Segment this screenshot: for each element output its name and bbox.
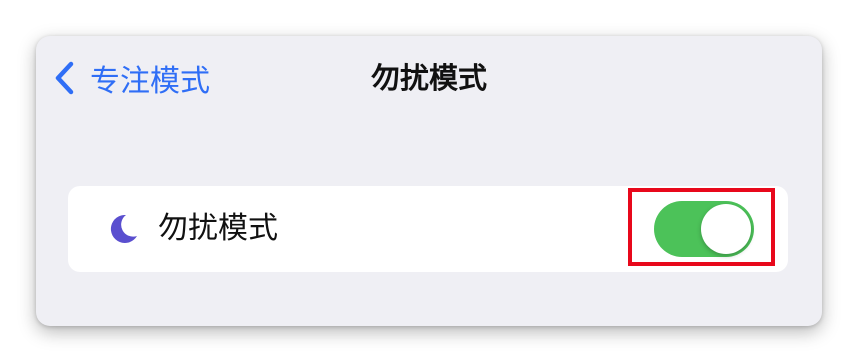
moon-icon	[110, 214, 137, 243]
do-not-disturb-row: 勿扰模式	[68, 186, 788, 272]
do-not-disturb-label: 勿扰模式	[158, 211, 278, 246]
settings-window: 专注模式 勿扰模式 勿扰模式	[36, 36, 822, 326]
toggle-knob	[701, 204, 751, 254]
do-not-disturb-toggle[interactable]	[654, 201, 754, 257]
page-title: 勿扰模式	[370, 61, 487, 95]
